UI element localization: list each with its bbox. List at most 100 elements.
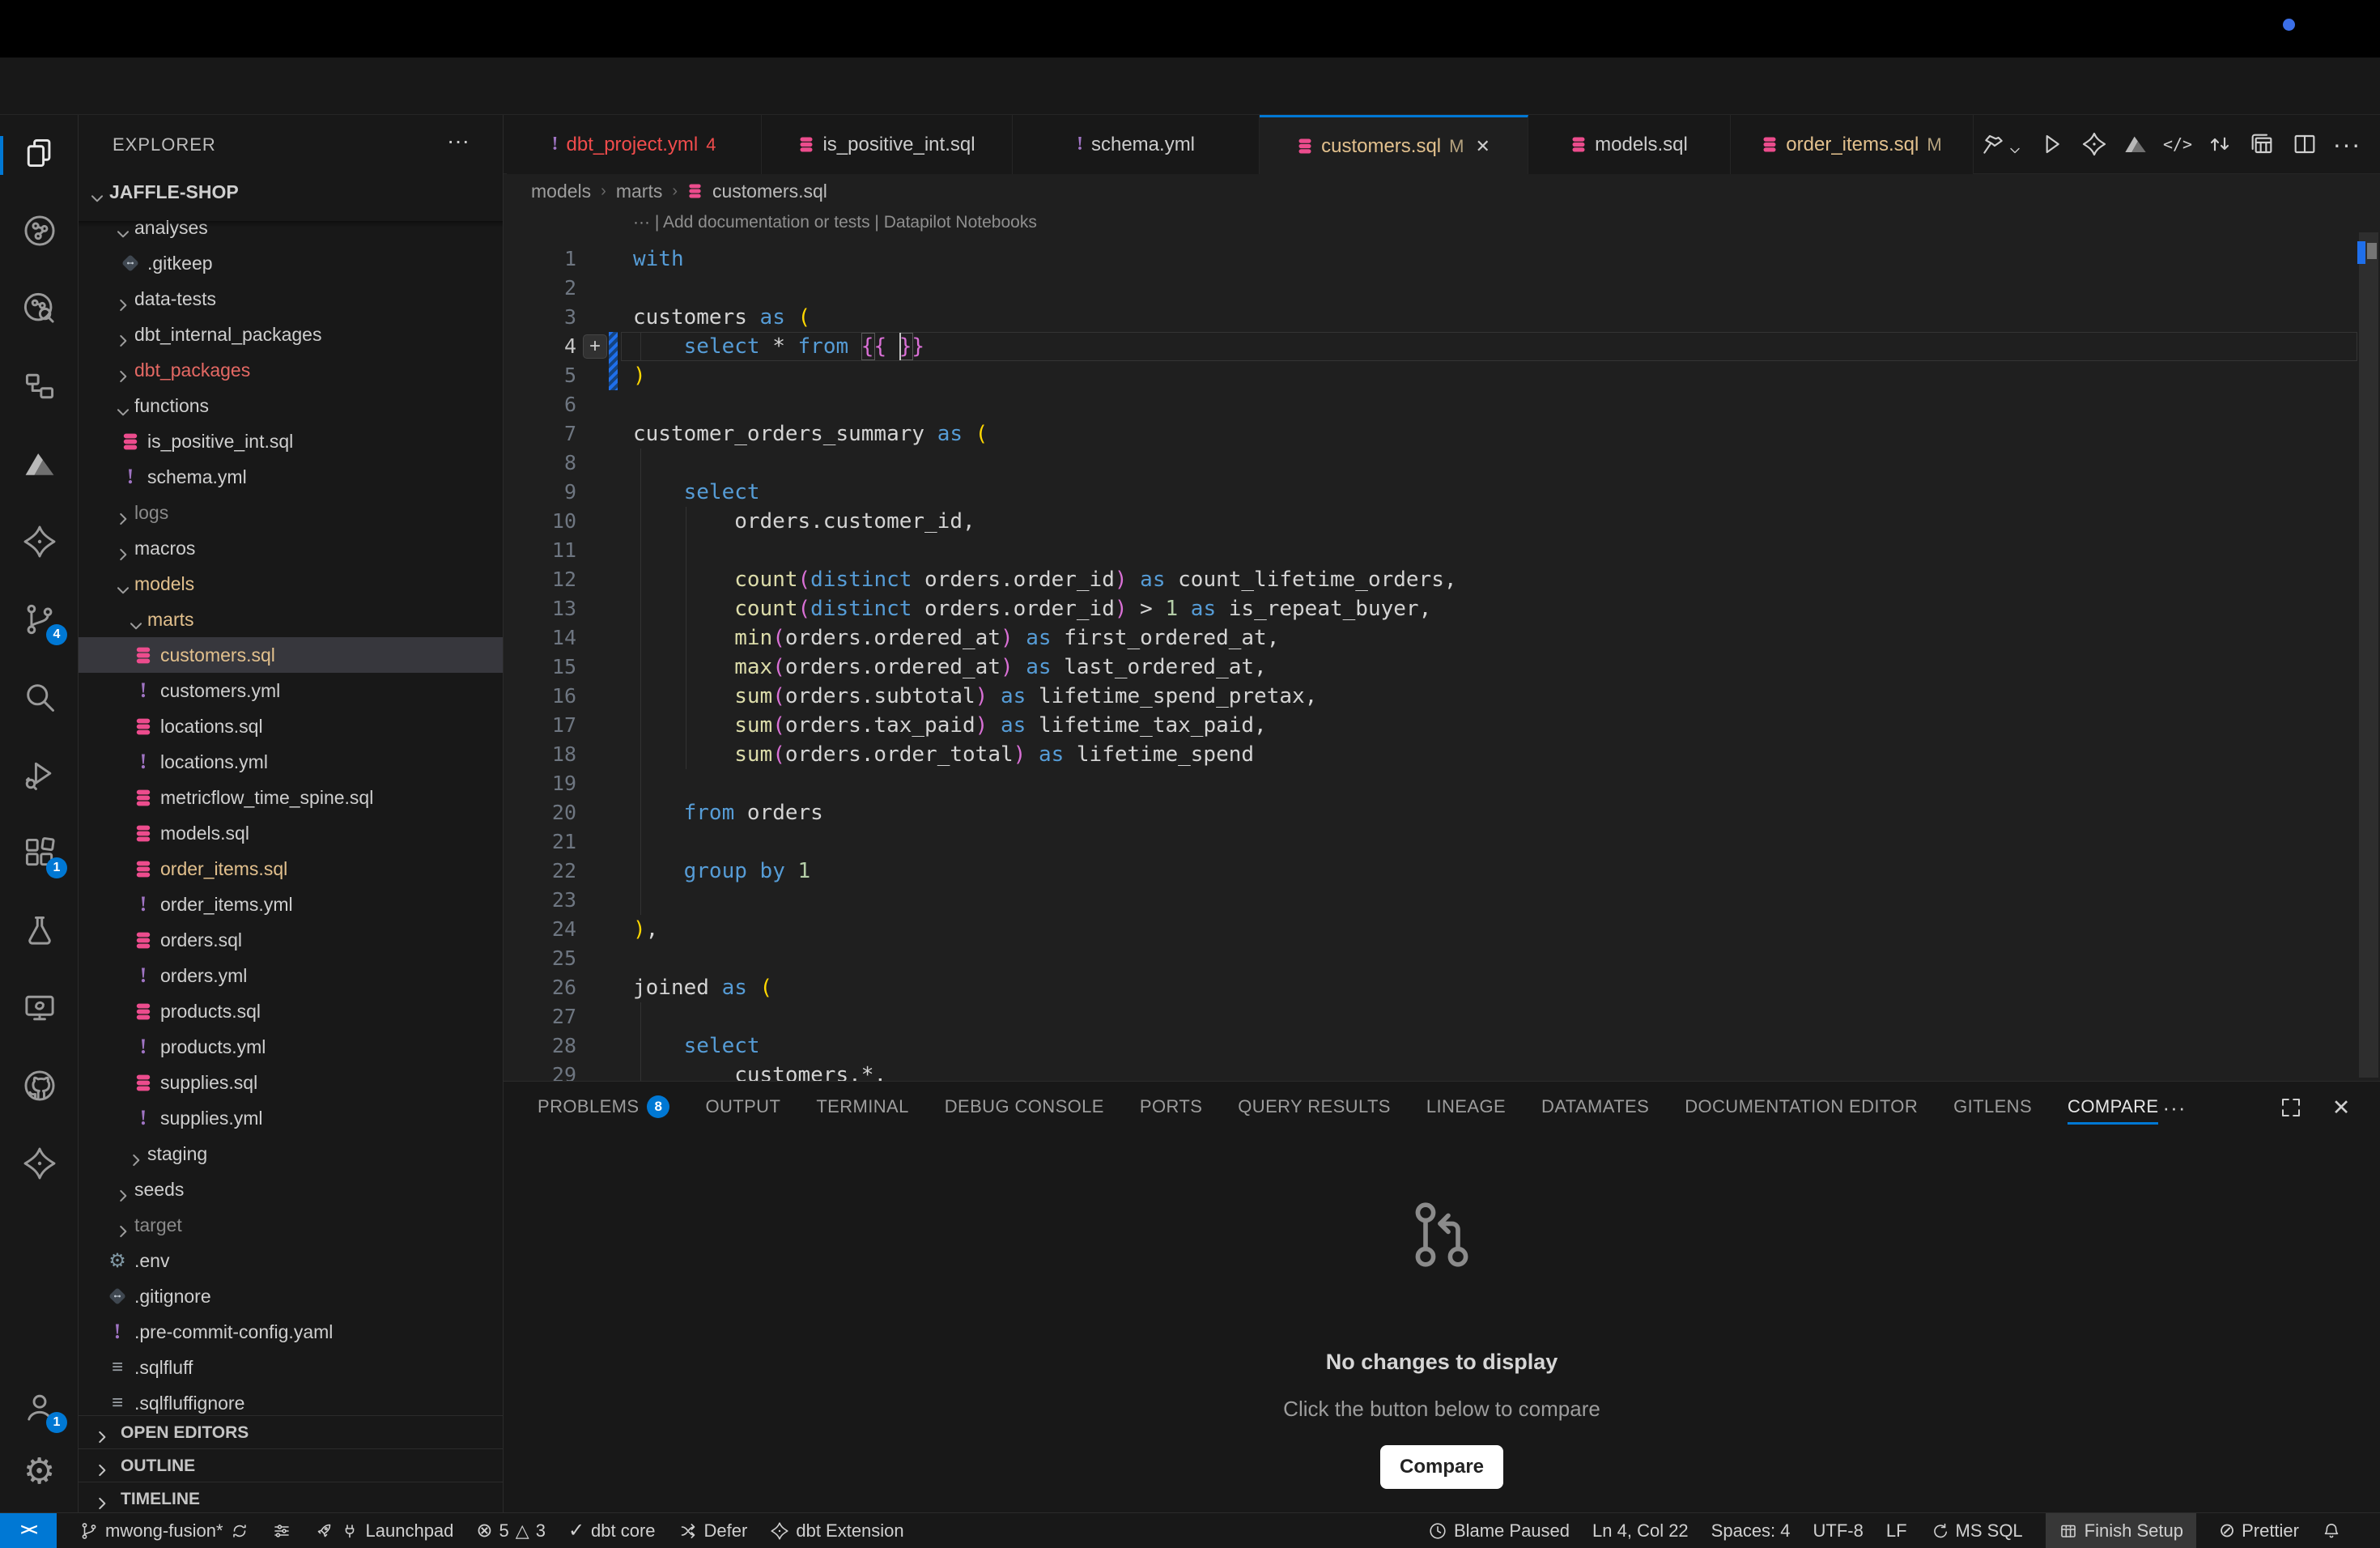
tree-item-models.sql[interactable]: models.sql bbox=[79, 815, 504, 851]
datapilot-icon[interactable] bbox=[2118, 126, 2153, 162]
panel-tab-compare[interactable]: COMPARE bbox=[2068, 1082, 2158, 1131]
status-prettier[interactable]: ⊘Prettier bbox=[2219, 1513, 2299, 1548]
status-tune[interactable] bbox=[272, 1513, 291, 1548]
section-open-editors[interactable]: OPEN EDITORS bbox=[79, 1415, 504, 1449]
activity-lineage-search[interactable] bbox=[0, 273, 79, 344]
tree-item-.sqlfluff[interactable]: ≡.sqlfluff bbox=[79, 1350, 504, 1385]
status-launchpad[interactable]: Launchpad bbox=[314, 1513, 454, 1548]
tree-item-customers.sql[interactable]: customers.sqlM bbox=[79, 637, 504, 673]
activity-testing[interactable] bbox=[0, 895, 79, 966]
tree-item-analyses[interactable]: analyses bbox=[79, 210, 504, 245]
tree-item-macros[interactable]: macros bbox=[79, 530, 504, 566]
tree-item-models[interactable]: models bbox=[79, 566, 504, 602]
tree-item-.gitignore[interactable]: .gitignore bbox=[79, 1278, 504, 1314]
tab-close-icon[interactable]: ✕ bbox=[1475, 136, 1490, 157]
status-gitlens-blame[interactable]: Blame Paused bbox=[1428, 1513, 1570, 1548]
breadcrumb-item[interactable]: marts bbox=[616, 181, 663, 202]
tree-item-orders.sql[interactable]: orders.sql bbox=[79, 922, 504, 958]
section-outline[interactable]: OUTLINE bbox=[79, 1448, 504, 1482]
explorer-more-icon[interactable]: ··· bbox=[447, 128, 470, 154]
activity-lineage[interactable] bbox=[0, 195, 79, 266]
activity-remote-explorer[interactable] bbox=[0, 972, 79, 1044]
activity-github[interactable] bbox=[0, 1050, 79, 1121]
tree-item-locations.yml[interactable]: !locations.yml bbox=[79, 744, 504, 780]
activity-search[interactable] bbox=[0, 661, 79, 733]
tree-item-locations.sql[interactable]: locations.sql bbox=[79, 708, 504, 744]
status-encoding[interactable]: UTF-8 bbox=[1813, 1513, 1864, 1548]
panel-tab-output[interactable]: OUTPUT bbox=[705, 1082, 780, 1131]
more-actions-icon[interactable]: ··· bbox=[2329, 126, 2365, 162]
code-editor[interactable]: ··· | Add documentation or tests | Datap… bbox=[504, 208, 2357, 1081]
editor-scrollbar[interactable] bbox=[2357, 208, 2380, 1081]
tab-dbt_project.yml[interactable]: !dbt_project.yml4 bbox=[507, 115, 762, 174]
tab-models.sql[interactable]: models.sql bbox=[1528, 115, 1731, 174]
tree-item-seeds[interactable]: seeds bbox=[79, 1172, 504, 1207]
tree-item-.sqlfluffignore[interactable]: ≡.sqlfluffignore bbox=[79, 1385, 504, 1415]
execute-sql-icon[interactable] bbox=[2034, 126, 2069, 162]
tree-item-supplies.sql[interactable]: supplies.sql bbox=[79, 1065, 504, 1100]
tab-order_items.sql[interactable]: order_items.sqlM bbox=[1731, 115, 1974, 174]
compiled-code-icon[interactable]: </> bbox=[2160, 126, 2195, 162]
panel-tab-gitlens[interactable]: GITLENS bbox=[1953, 1082, 2032, 1131]
panel-tab-problems[interactable]: PROBLEMS8 bbox=[538, 1082, 669, 1131]
tree-item-supplies.yml[interactable]: !supplies.yml bbox=[79, 1100, 504, 1136]
status-dbt-extension[interactable]: dbt Extension bbox=[770, 1513, 903, 1548]
tree-item-dbt_internal_packages[interactable]: dbt_internal_packages bbox=[79, 317, 504, 352]
tree-item-functions[interactable]: functions bbox=[79, 388, 504, 423]
tree-item-order_items.yml[interactable]: !order_items.yml bbox=[79, 887, 504, 922]
scrollbar-thumb[interactable] bbox=[2359, 232, 2378, 1078]
tab-customers.sql[interactable]: customers.sqlM✕ bbox=[1260, 115, 1528, 175]
tree-item-data-tests[interactable]: data-tests bbox=[79, 281, 504, 317]
panel-tab-query-results[interactable]: QUERY RESULTS bbox=[1238, 1082, 1391, 1131]
tree-item-products.sql[interactable]: products.sql bbox=[79, 993, 504, 1029]
tree-item-customers.yml[interactable]: !customers.yml bbox=[79, 673, 504, 708]
breadcrumb-item[interactable]: models bbox=[531, 181, 591, 202]
panel-more-icon[interactable]: ··· bbox=[2160, 1093, 2189, 1122]
activity-extensions[interactable]: 1 bbox=[0, 817, 79, 888]
tree-item-.env[interactable]: ⚙.env bbox=[79, 1243, 504, 1278]
tree-item-orders.yml[interactable]: !orders.yml bbox=[79, 958, 504, 993]
status-indentation[interactable]: Spaces: 4 bbox=[1711, 1513, 1791, 1548]
panel-tab-documentation-editor[interactable]: DOCUMENTATION EDITOR bbox=[1685, 1082, 1918, 1131]
status-problems-summary[interactable]: ⊗5△3 bbox=[476, 1513, 546, 1548]
section-timeline[interactable]: TIMELINE bbox=[79, 1482, 504, 1512]
tree-item-marts[interactable]: marts bbox=[79, 602, 504, 637]
breadcrumb[interactable]: models›marts›customers.sql bbox=[504, 174, 2380, 208]
tab-is_positive_int.sql[interactable]: is_positive_int.sql bbox=[762, 115, 1013, 174]
status-cursor-position[interactable]: Ln 4, Col 22 bbox=[1592, 1513, 1689, 1548]
query-results-icon[interactable] bbox=[2244, 126, 2280, 162]
status-finish-setup[interactable]: Finish Setup bbox=[2046, 1513, 2196, 1548]
status-eol[interactable]: LF bbox=[1886, 1513, 1907, 1548]
activity-source-control[interactable]: 4 bbox=[0, 584, 79, 655]
dbt-power-user-action-icon[interactable] bbox=[2076, 126, 2112, 162]
status-git-branch[interactable]: mwong-fusion* bbox=[79, 1513, 249, 1548]
panel-close-icon[interactable]: ✕ bbox=[2327, 1093, 2356, 1122]
activity-model-graph[interactable] bbox=[0, 351, 79, 422]
tree-item-.gitkeep[interactable]: .gitkeep bbox=[79, 245, 504, 281]
breadcrumb-item[interactable]: customers.sql bbox=[712, 181, 827, 202]
activity-settings[interactable]: ⚙ bbox=[0, 1436, 79, 1508]
status-dbt-core[interactable]: ✓dbt core bbox=[568, 1513, 656, 1548]
tree-item-logs[interactable]: logs bbox=[79, 495, 504, 530]
codelens-actions[interactable]: ··· | Add documentation or tests | Datap… bbox=[633, 213, 1037, 232]
tree-item-target[interactable]: target bbox=[79, 1207, 504, 1243]
tab-schema.yml[interactable]: !schema.yml bbox=[1013, 115, 1260, 174]
tree-item-products.yml[interactable]: !products.yml bbox=[79, 1029, 504, 1065]
activity-dbt-power-user[interactable] bbox=[0, 1128, 79, 1199]
tree-item-staging[interactable]: staging bbox=[79, 1136, 504, 1172]
activity-altimate[interactable] bbox=[0, 428, 79, 500]
panel-tab-datamates[interactable]: DATAMATES bbox=[1541, 1082, 1649, 1131]
panel-tab-terminal[interactable]: TERMINAL bbox=[816, 1082, 908, 1131]
remote-indicator[interactable]: >< bbox=[0, 1513, 57, 1548]
tree-item-metricflow_time_spine.sql[interactable]: metricflow_time_spine.sql bbox=[79, 780, 504, 815]
split-editor-icon[interactable] bbox=[2287, 126, 2323, 162]
activity-explorer[interactable] bbox=[0, 117, 79, 189]
compare-changes-icon[interactable] bbox=[2202, 126, 2238, 162]
status-defer[interactable]: Defer bbox=[678, 1513, 748, 1548]
tree-item-jaffle-shop[interactable]: JAFFLE-SHOP bbox=[79, 174, 504, 210]
tree-item-.pre-commit-config.yaml[interactable]: !.pre-commit-config.yaml bbox=[79, 1314, 504, 1350]
status-notifications[interactable] bbox=[2322, 1513, 2341, 1548]
dropdown-icon[interactable] bbox=[2006, 133, 2024, 168]
panel-tab-debug-console[interactable]: DEBUG CONSOLE bbox=[945, 1082, 1104, 1131]
activity-dbt[interactable] bbox=[0, 506, 79, 577]
